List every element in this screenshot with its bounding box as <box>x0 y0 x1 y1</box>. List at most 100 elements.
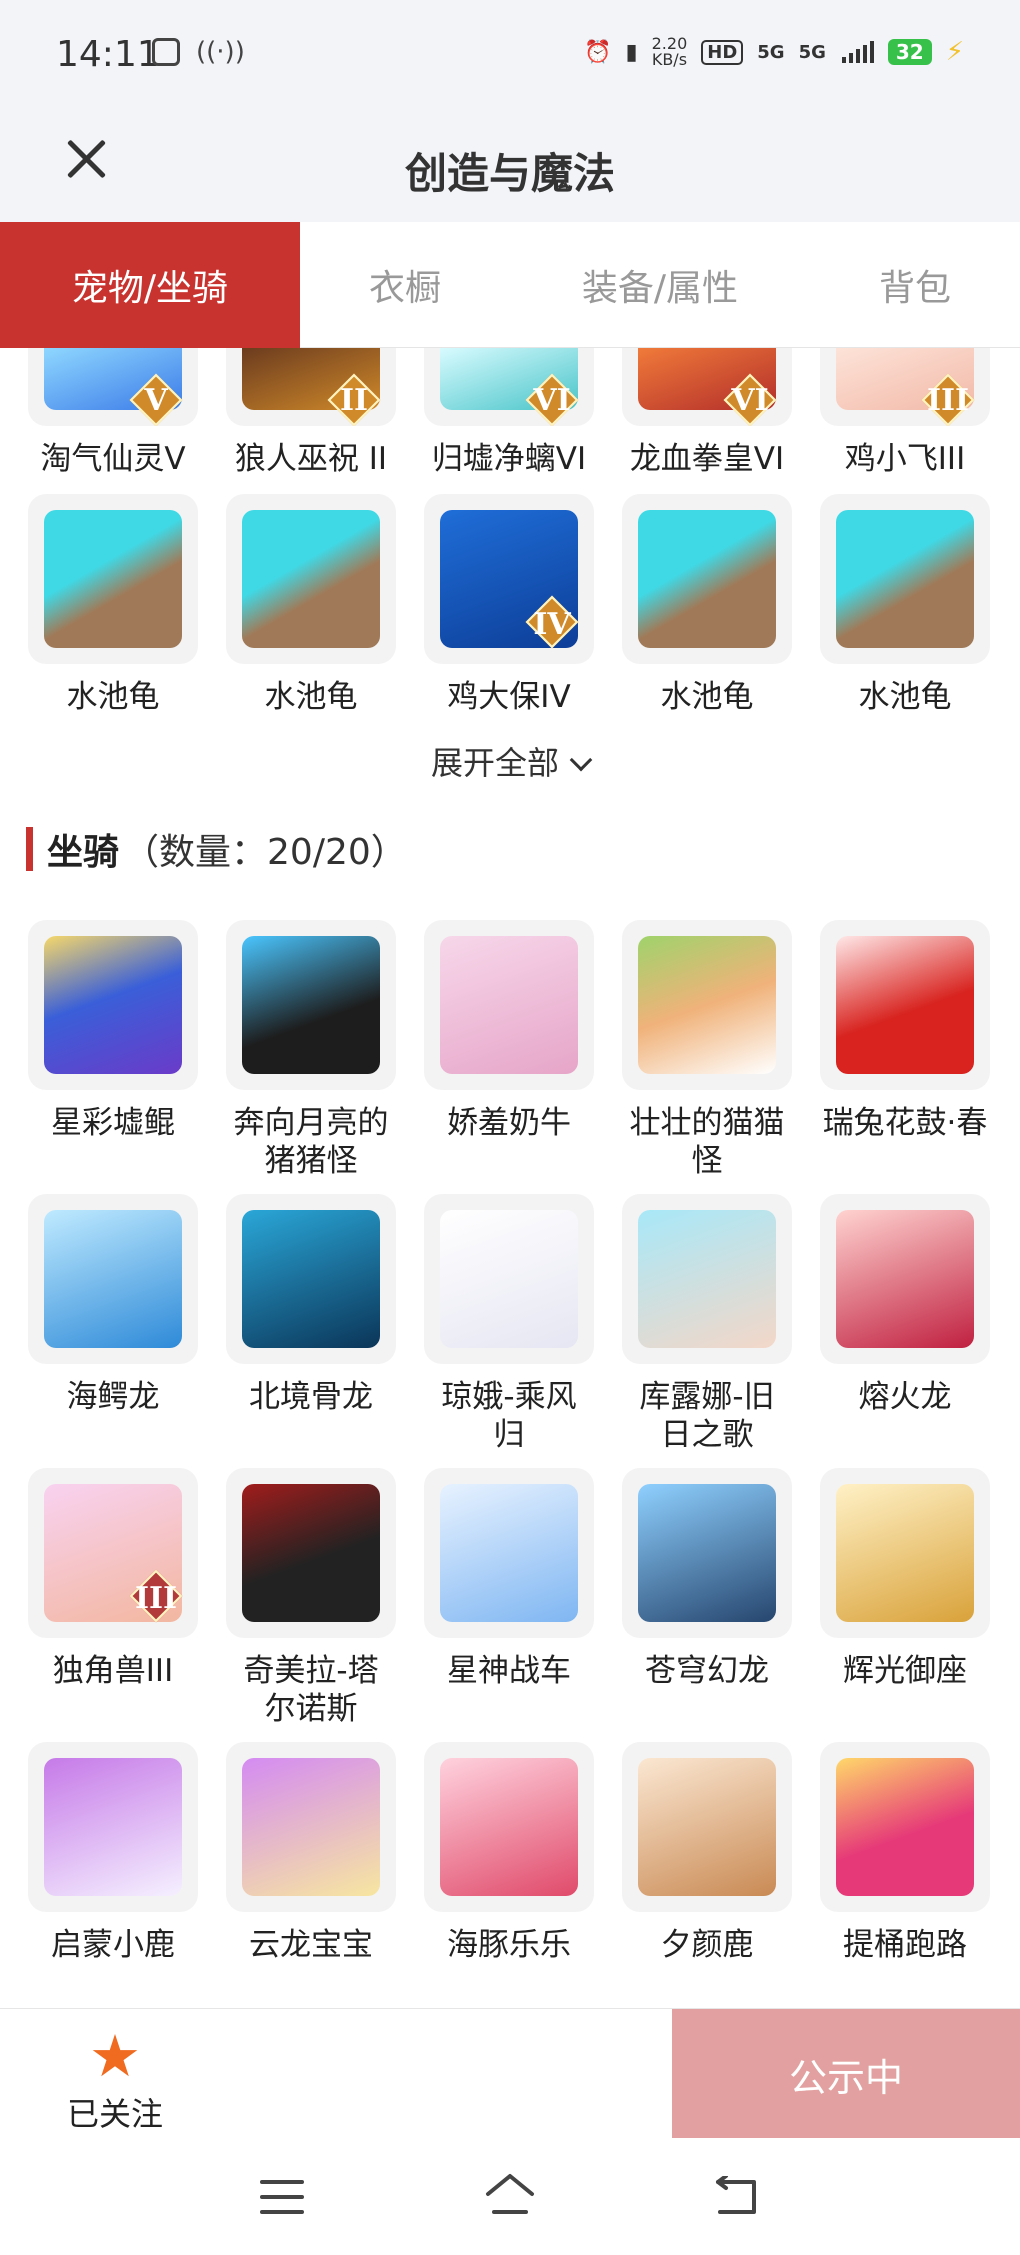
girl-icon <box>638 1210 776 1348</box>
mount-name: 熔火龙 <box>858 1379 952 1415</box>
rank-badge-text: IV <box>533 607 571 642</box>
turtle-icon <box>44 510 182 648</box>
fairy-icon <box>440 1210 578 1348</box>
pet-thumb: VI <box>424 348 594 426</box>
charging-icon: ⚡ <box>945 37 964 67</box>
pet-card[interactable]: 水池龟 <box>622 494 792 716</box>
mount-thumb <box>820 1194 990 1364</box>
section-accent-bar <box>26 827 33 871</box>
pet-thumb <box>622 494 792 664</box>
mount-card[interactable]: 北境骨龙 <box>226 1194 396 1416</box>
mount-card[interactable]: 启蒙小鹿 <box>28 1742 198 1964</box>
mount-card[interactable]: 娇羞奶牛 <box>424 920 594 1142</box>
tab-equipment[interactable]: 装备/属性 <box>510 222 810 348</box>
menu-icon[interactable] <box>260 2180 304 2214</box>
star-icon: ★ <box>89 2022 141 2090</box>
content-area[interactable]: V 淘气仙灵V II 狼人巫祝 II VI 归墟净螭VI VI 龙血拳皇VI I… <box>0 348 1020 1978</box>
pet-card[interactable]: VI 归墟净螭VI <box>424 348 594 478</box>
pet-card[interactable]: 水池龟 <box>28 494 198 716</box>
mount-name: 北境骨龙 <box>249 1379 373 1415</box>
pet-card[interactable]: IV 鸡大保IV <box>424 494 594 716</box>
mount-card[interactable]: 琼娥-乘风归 <box>424 1194 594 1454</box>
expand-all-button[interactable]: 展开全部 <box>0 738 1020 784</box>
mount-card[interactable]: 壮壮的猫猫怪 <box>622 920 792 1180</box>
follow-button[interactable]: ★ 已关注 <box>40 2009 190 2139</box>
mount-card[interactable]: 奔向月亮的猪猪怪 <box>226 920 396 1180</box>
back-icon[interactable] <box>712 2176 760 2216</box>
mount-card[interactable]: 星彩墟鲲 <box>28 920 198 1142</box>
alarm-icon: ⏰ <box>584 39 612 65</box>
mount-thumb <box>820 1742 990 1912</box>
pet-name: 龙血拳皇VI <box>629 441 785 477</box>
pet-card[interactable]: 水池龟 <box>226 494 396 716</box>
rank-badge-text: III <box>134 1581 178 1616</box>
pet-card[interactable]: II 狼人巫祝 II <box>226 348 396 478</box>
mounts-section-header: 坐骑 （数量：20/20） <box>26 826 407 873</box>
chimera-icon <box>242 1484 380 1622</box>
mount-name: 星神战车 <box>447 1653 571 1689</box>
mount-card[interactable]: 苍穹幻龙 <box>622 1468 792 1690</box>
rank-badge-text: V <box>144 383 168 418</box>
mount-thumb <box>424 1742 594 1912</box>
mount-card[interactable]: 云龙宝宝 <box>226 1742 396 1964</box>
mount-card[interactable]: III 独角兽III <box>28 1468 198 1690</box>
drum-icon <box>836 936 974 1074</box>
pet-thumb: VI <box>622 348 792 426</box>
home-icon[interactable] <box>484 2172 536 2218</box>
status-bar: 14:11 ((·)) ⏰ ▮ 2.20 KB/s HD 5G 5G 32 ⚡ <box>0 0 1020 110</box>
mount-name: 海豚乐乐 <box>447 1927 571 1963</box>
bucket-icon <box>836 1758 974 1896</box>
mount-name: 云龙宝宝 <box>249 1927 373 1963</box>
mount-card[interactable]: 辉光御座 <box>820 1468 990 1690</box>
mount-name: 独角兽III <box>52 1653 174 1689</box>
mount-card[interactable]: 提桶跑路 <box>820 1742 990 1964</box>
pig-icon <box>242 936 380 1074</box>
tab-pets-mounts[interactable]: 宠物/坐骑 <box>0 222 300 348</box>
pet-name: 水池龟 <box>858 679 952 715</box>
mount-thumb <box>622 920 792 1090</box>
signal-5g-icon: 5G <box>757 41 785 63</box>
mount-card[interactable]: 奇美拉-塔尔诺斯 <box>226 1468 396 1728</box>
turtle-icon <box>836 510 974 648</box>
mount-card[interactable]: 海豚乐乐 <box>424 1742 594 1964</box>
lava-dragon-icon <box>836 1210 974 1348</box>
pet-card[interactable]: VI 龙血拳皇VI <box>622 348 792 478</box>
deer-icon <box>638 1758 776 1896</box>
publicity-button[interactable]: 公示中 <box>672 2009 1020 2139</box>
chariot-icon <box>440 1484 578 1622</box>
network-speed-unit: KB/s <box>651 50 688 69</box>
mount-card[interactable]: 库露娜-旧日之歌 <box>622 1194 792 1454</box>
pet-card[interactable]: III 鸡小飞III <box>820 348 990 478</box>
pet-card[interactable]: V 淘气仙灵V <box>28 348 198 478</box>
expand-all-label: 展开全部 <box>430 744 559 782</box>
cat-icon <box>638 936 776 1074</box>
cow-icon <box>440 936 578 1074</box>
rank-badge-text: VI <box>731 383 769 418</box>
mount-thumb <box>226 1194 396 1364</box>
mount-name: 琼娥-乘风归 <box>441 1379 577 1453</box>
mount-card[interactable]: 夕颜鹿 <box>622 1742 792 1964</box>
throne-icon <box>836 1484 974 1622</box>
rank-badge-text: VI <box>533 383 571 418</box>
signal-bars-icon <box>841 41 874 63</box>
mount-thumb <box>226 1742 396 1912</box>
sky-dragon-icon <box>638 1484 776 1622</box>
pet-name: 狼人巫祝 II <box>234 441 388 477</box>
mount-card[interactable]: 海鳄龙 <box>28 1194 198 1416</box>
mount-name: 壮壮的猫猫怪 <box>629 1105 785 1179</box>
mount-card[interactable]: 瑞兔花鼓·春 <box>820 920 990 1142</box>
pet-thumb: IV <box>424 494 594 664</box>
pet-name: 水池龟 <box>660 679 754 715</box>
mount-thumb <box>424 1194 594 1364</box>
mount-card[interactable]: 熔火龙 <box>820 1194 990 1416</box>
pet-card[interactable]: 水池龟 <box>820 494 990 716</box>
tab-backpack[interactable]: 背包 <box>810 222 1020 348</box>
tab-wardrobe[interactable]: 衣橱 <box>300 222 510 348</box>
dolphin-icon <box>440 1758 578 1896</box>
mount-thumb <box>28 1742 198 1912</box>
mount-card[interactable]: 星神战车 <box>424 1468 594 1690</box>
app-notification-icon <box>152 38 180 66</box>
mount-thumb <box>424 920 594 1090</box>
chevron-down-icon <box>569 748 593 772</box>
mount-thumb <box>226 920 396 1090</box>
